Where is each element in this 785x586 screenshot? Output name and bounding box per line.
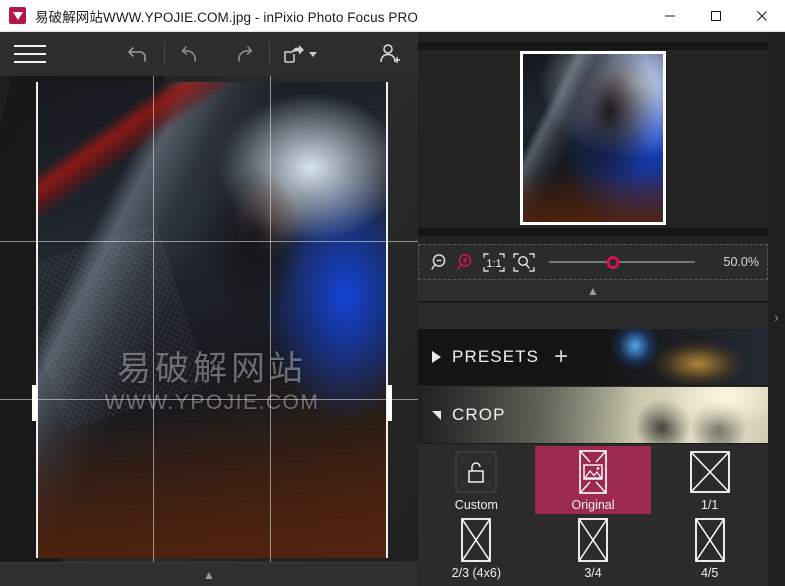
crop-preset-label: 4/5 [701,566,718,580]
zoom-in-button[interactable] [453,249,479,275]
zoom-slider-track [549,261,695,263]
add-user-icon [377,41,404,68]
portrait-ratio-icon [459,517,493,563]
crop-presets-row: 2/3 (4x6) 3/4 [418,514,768,582]
original-image-icon [573,449,613,495]
zoom-out-icon [430,252,451,273]
crop-handle-left[interactable] [32,385,37,421]
right-panel: 1:1 50.0% ▲ [418,32,785,586]
hamburger-menu-icon [14,39,46,69]
zoom-out-button[interactable] [427,249,453,275]
crop-preset-label: Original [571,498,614,512]
editor-toolbar [0,32,418,76]
navigator-strip-bottom [418,228,768,236]
chevron-up-icon: ▲ [203,569,215,581]
main-menu-button[interactable] [0,32,60,76]
zoom-percentage: 50.0% [705,255,759,269]
portrait-ratio-icon [693,517,727,563]
actual-size-button[interactable]: 1:1 [479,249,509,275]
share-icon [281,42,306,67]
fit-to-screen-icon [510,252,538,273]
crop-handle-right[interactable] [387,385,392,421]
redo-icon [230,41,256,67]
crop-preset-3-4[interactable]: 3/4 [535,514,652,582]
reset-button[interactable] [112,32,164,76]
image-preview-thumbnail[interactable] [520,51,666,225]
crop-title: CROP [452,405,506,425]
edited-photo[interactable]: 易破解网站 WWW.YPOJIE.COM [36,82,388,558]
account-button[interactable] [362,32,418,76]
minimize-button[interactable] [647,0,693,32]
crop-preset-label: Custom [455,498,498,512]
title-bar: 易破解网站WWW.YPOJIE.COM.jpg - inPixio Photo … [0,0,785,32]
square-ratio-icon [688,449,732,495]
crop-preset-custom[interactable]: Custom [418,446,535,514]
gem-icon [13,12,23,20]
chevron-down-icon [309,52,317,57]
zoom-in-icon [456,252,477,273]
crop-preset-4-5[interactable]: 4/5 [651,514,768,582]
panel-divider [418,302,768,303]
expand-sidebar-button[interactable]: › [768,32,785,586]
crop-border-right [386,82,388,558]
reset-arrow-icon [125,41,151,67]
canvas-collapse-bar[interactable]: ▲ [0,562,418,586]
navigator-strip-top [418,42,768,50]
crop-preset-label: 2/3 (4x6) [452,566,501,580]
presets-title: PRESETS [452,347,539,367]
crop-presets-grid: Custom Original [418,446,768,586]
zoom-slider-handle[interactable] [607,256,620,269]
crop-panel-header[interactable]: CROP [418,387,768,444]
one-to-one-icon: 1:1 [480,252,508,273]
redo-button[interactable] [217,32,269,76]
close-button[interactable] [739,0,785,32]
app-icon [9,7,26,24]
crop-preset-label: 3/4 [584,566,601,580]
crop-preset-original[interactable]: Original [535,446,652,514]
crop-preset-2-3[interactable]: 2/3 (4x6) [418,514,535,582]
chevron-right-icon: › [774,310,778,325]
image-canvas[interactable]: 易破解网站 WWW.YPOJIE.COM [0,76,418,562]
svg-text:1:1: 1:1 [486,258,501,270]
undo-button[interactable] [165,32,217,76]
window-title: 易破解网站WWW.YPOJIE.COM.jpg - inPixio Photo … [35,6,418,26]
padlock-open-icon [454,449,498,495]
zoom-slider[interactable] [549,249,695,275]
maximize-button[interactable] [693,0,739,32]
triangle-down-icon [432,411,441,420]
fit-screen-button[interactable] [509,249,539,275]
portrait-ratio-icon [576,517,610,563]
crop-preset-label: 1/1 [701,498,718,512]
zoom-controls: 1:1 50.0% [418,244,768,280]
chevron-up-icon: ▲ [587,285,599,297]
crop-border-left [36,82,38,558]
undo-icon [178,41,204,67]
window-controls [647,0,785,32]
add-preset-button[interactable]: + [554,345,568,369]
application-window: 易破解网站WWW.YPOJIE.COM.jpg - inPixio Photo … [0,0,785,586]
triangle-right-icon [432,351,441,363]
zoom-collapse-bar[interactable]: ▲ [418,280,768,302]
navigator-panel [418,32,768,244]
share-button[interactable] [270,32,328,76]
crop-preset-1-1[interactable]: 1/1 [651,446,768,514]
presets-panel-header[interactable]: PRESETS + [418,329,768,386]
crop-presets-row: Custom Original [418,446,768,514]
